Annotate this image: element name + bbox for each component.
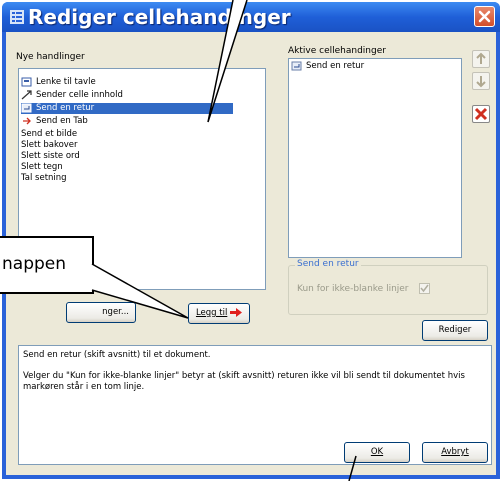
- board-link-icon: [21, 77, 32, 87]
- close-button[interactable]: [474, 6, 495, 27]
- return-icon: [291, 61, 302, 71]
- add-button[interactable]: Legg til: [188, 303, 250, 324]
- list-item[interactable]: Slett siste ord: [21, 151, 80, 162]
- arrow-icon: [21, 90, 32, 100]
- edit-actions-button[interactable]: nger...: [66, 302, 136, 323]
- title-bar[interactable]: Rediger cellehandinger: [2, 2, 500, 32]
- list-item[interactable]: Tal setning: [21, 173, 67, 184]
- cancel-button[interactable]: Avbryt: [422, 442, 488, 463]
- new-actions-label: Nye handlinger: [16, 52, 85, 62]
- description-line-2: Velger du "Kun for ikke-blanke linjer" b…: [23, 371, 465, 392]
- group-title: Send en retur: [295, 259, 361, 269]
- delete-button[interactable]: [472, 105, 490, 123]
- edit-button[interactable]: Rediger: [422, 320, 488, 341]
- arrow-right-icon: [230, 308, 243, 317]
- list-item[interactable]: Slett tegn: [21, 162, 63, 173]
- list-item[interactable]: Send et bilde: [21, 129, 77, 140]
- description-line-1: Send en retur (skift avsnitt) til et dok…: [23, 350, 211, 360]
- return-icon: [21, 103, 32, 113]
- tab-icon: [23, 117, 31, 125]
- list-item[interactable]: Slett bakover: [21, 140, 78, 151]
- list-item-selected[interactable]: Send en retur: [21, 103, 233, 114]
- arrow-down-icon: [476, 76, 486, 88]
- checkmark-icon: [420, 284, 429, 293]
- active-actions-label: Aktive cellehandinger: [288, 46, 386, 56]
- list-item[interactable]: Send en retur: [291, 61, 364, 72]
- list-item[interactable]: Send en Tab: [21, 116, 88, 127]
- nonblank-checkbox[interactable]: [419, 283, 430, 294]
- list-item[interactable]: Lenke til tavle: [21, 77, 96, 88]
- button-callout: nappen: [0, 236, 94, 294]
- description-box: Send en retur (skift avsnitt) til et dok…: [18, 345, 492, 465]
- list-icon: [10, 10, 24, 24]
- ok-button[interactable]: OK: [344, 442, 410, 463]
- move-up-button[interactable]: [472, 50, 490, 68]
- move-down-button[interactable]: [472, 72, 490, 90]
- delete-icon: [474, 107, 488, 121]
- arrow-up-icon: [476, 52, 486, 64]
- window-title: Rediger cellehandinger: [28, 5, 291, 29]
- list-item[interactable]: Sender celle innhold: [21, 90, 123, 101]
- action-options-group: Send en retur Kun for ikke-blanke linjer: [288, 259, 488, 315]
- close-icon: [478, 10, 491, 23]
- checkbox-label: Kun for ikke-blanke linjer: [297, 284, 409, 294]
- active-actions-list[interactable]: Send en retur: [288, 58, 462, 258]
